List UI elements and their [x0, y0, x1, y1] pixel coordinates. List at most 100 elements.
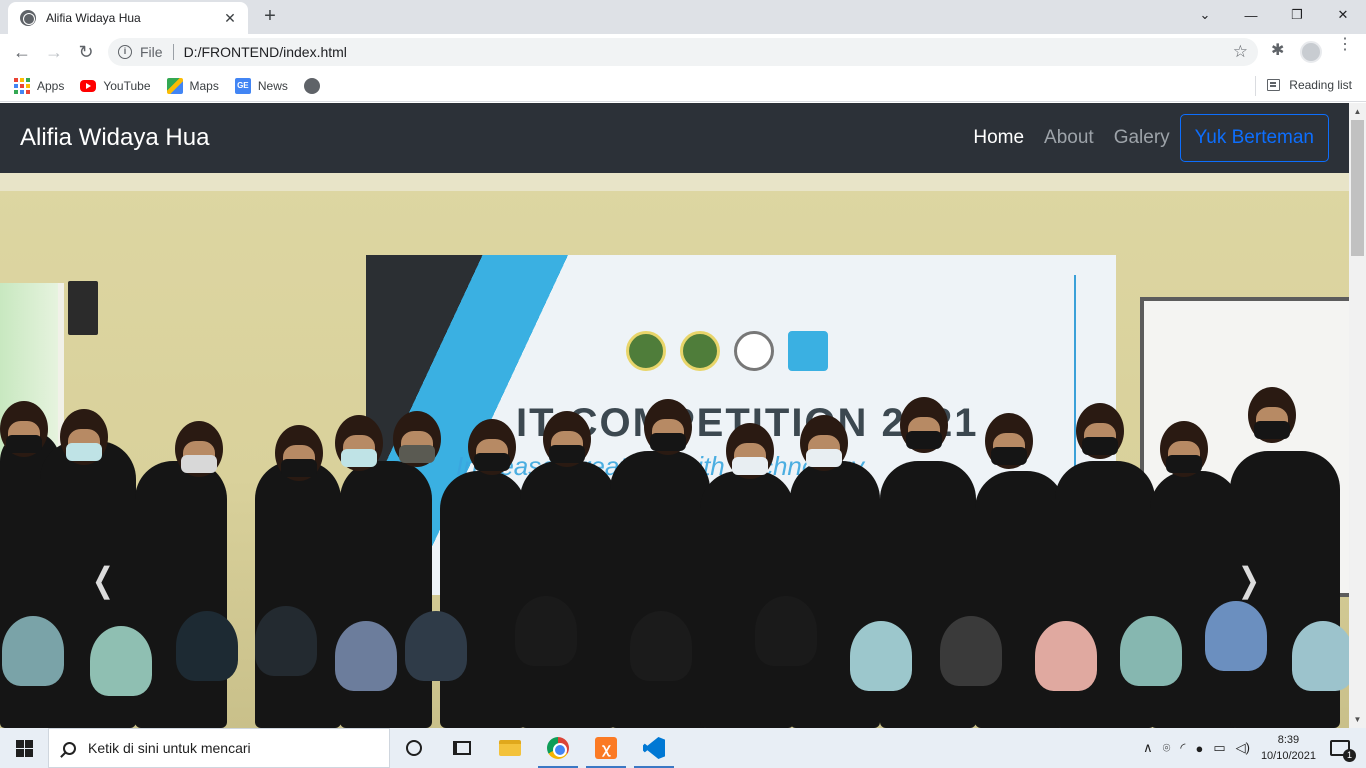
extensions-puzzle-icon[interactable]: ✱	[1271, 40, 1284, 60]
person-head	[985, 413, 1033, 469]
windows-logo-icon	[15, 739, 33, 757]
person-head	[543, 411, 591, 467]
youtube-icon	[80, 79, 97, 92]
nav-link-galery[interactable]: Galery	[1114, 127, 1170, 149]
close-window-button[interactable]: ✕	[1320, 0, 1366, 30]
profile-avatar[interactable]	[1300, 41, 1322, 63]
wifi-icon[interactable]: ◜	[1180, 740, 1185, 756]
url-text[interactable]: D:/FRONTEND/index.html	[184, 44, 347, 60]
notification-count: 1	[1343, 749, 1356, 762]
nav-link-about[interactable]: About	[1044, 127, 1094, 149]
yuk-berteman-button[interactable]: Yuk Berteman	[1179, 114, 1329, 162]
front-person	[1292, 621, 1349, 691]
globe-icon	[303, 77, 320, 94]
bookmark-maps[interactable]: Maps	[166, 77, 219, 94]
person-head	[800, 415, 848, 471]
taskbar-clock[interactable]: 8:39 10/10/2021	[1261, 732, 1316, 764]
photo-speaker	[68, 281, 98, 335]
logo-seal	[734, 331, 774, 371]
front-person	[755, 596, 817, 666]
front-person	[1035, 621, 1097, 691]
battery-icon[interactable]: ▭	[1213, 740, 1225, 756]
cortana-button[interactable]	[390, 728, 438, 768]
nav-link-home[interactable]: Home	[973, 127, 1024, 149]
browser-tab[interactable]: Alifia Widaya Hua ✕	[8, 2, 248, 34]
clock-date: 10/10/2021	[1260, 750, 1316, 762]
search-placeholder: Ketik di sini untuk mencari	[88, 740, 251, 756]
address-bar[interactable]: i File D:/FRONTEND/index.html ☆	[108, 38, 1258, 66]
person-head	[726, 423, 774, 479]
minimize-button[interactable]: —	[1228, 0, 1274, 30]
person-head	[175, 421, 223, 477]
news-icon: GE	[234, 77, 251, 94]
bookmarks-divider	[1255, 76, 1256, 96]
microphone-icon[interactable]: ●	[1195, 741, 1203, 756]
start-button[interactable]	[0, 728, 48, 768]
clock-time: 8:39	[1277, 734, 1300, 746]
person-head	[275, 425, 323, 481]
address-separator	[172, 44, 174, 60]
person	[610, 451, 710, 728]
reading-list-label: Reading list	[1289, 78, 1352, 92]
xampp-taskbar-button[interactable]: ꭓ	[582, 728, 630, 768]
cortana-icon	[406, 740, 422, 756]
bookmark-youtube[interactable]: YouTube	[80, 78, 151, 93]
reading-list-button[interactable]: Reading list	[1267, 78, 1352, 92]
back-button[interactable]: ←	[8, 38, 36, 66]
scroll-up-arrow-icon[interactable]: ▲	[1349, 103, 1366, 120]
bookmark-star-icon[interactable]: ☆	[1233, 42, 1248, 62]
system-tray: ∧ ⌾ ◜ ● ▭ ◁) 8:39 10/10/2021 1	[1138, 728, 1366, 768]
front-person	[940, 616, 1002, 686]
front-person	[1205, 601, 1267, 671]
carousel-next-button[interactable]: ❯	[1238, 560, 1260, 600]
taskbar-search-box[interactable]: Ketik di sini untuk mencari	[48, 728, 390, 768]
reading-list-icon	[1267, 79, 1281, 91]
front-person	[1120, 616, 1182, 686]
file-explorer-icon	[499, 740, 521, 756]
carousel-prev-button[interactable]: ❮	[92, 560, 114, 600]
chrome-taskbar-button[interactable]	[534, 728, 582, 768]
bookmark-globe[interactable]	[303, 77, 327, 94]
reload-button[interactable]: ↻	[72, 38, 100, 66]
front-person	[630, 611, 692, 681]
browser-menu-icon[interactable]: ⋮	[1337, 37, 1353, 53]
tray-chevron-icon[interactable]: ∧	[1143, 740, 1153, 756]
scrollbar-thumb[interactable]	[1351, 120, 1364, 256]
site-brand[interactable]: Alifia Widaya Hua	[20, 124, 953, 152]
page-scrollbar[interactable]: ▲ ▼	[1349, 103, 1366, 728]
person-head	[393, 411, 441, 467]
file-explorer-button[interactable]	[486, 728, 534, 768]
site-info-icon[interactable]: i	[118, 45, 132, 59]
new-tab-button[interactable]: +	[258, 6, 282, 28]
person	[520, 461, 616, 728]
vscode-icon	[643, 737, 665, 759]
person	[440, 471, 526, 728]
person-head	[0, 401, 48, 457]
person-head	[1248, 387, 1296, 443]
tab-close-icon[interactable]: ✕	[222, 10, 238, 27]
bookmark-news[interactable]: GE News	[234, 77, 288, 94]
action-center-icon[interactable]: 1	[1330, 740, 1356, 762]
scroll-down-arrow-icon[interactable]: ▼	[1349, 711, 1366, 728]
task-view-button[interactable]	[438, 728, 486, 768]
volume-icon[interactable]: ◁)	[1236, 740, 1250, 756]
xampp-icon: ꭓ	[595, 737, 617, 759]
bookmarks-bar: Apps YouTube Maps GE News Reading list	[0, 70, 1366, 102]
tab-title: Alifia Widaya Hua	[46, 11, 141, 25]
person-head	[468, 419, 516, 475]
group-photo-crowd	[0, 387, 1349, 728]
windows-taskbar: Ketik di sini untuk mencari ꭓ ∧ ⌾ ◜ ● ▭ …	[0, 728, 1366, 768]
front-person	[255, 606, 317, 676]
person	[1150, 471, 1240, 728]
restore-button[interactable]: ❐	[1274, 0, 1320, 30]
ceiling	[0, 173, 1349, 191]
task-view-icon	[453, 741, 471, 755]
browser-tab-strip: Alifia Widaya Hua ✕ + ⌄ — ❐ ✕	[0, 0, 1366, 34]
forward-button[interactable]: →	[40, 38, 68, 66]
bookmark-apps[interactable]: Apps	[14, 77, 64, 94]
vscode-taskbar-button[interactable]	[630, 728, 678, 768]
logo-mark	[788, 331, 828, 371]
tab-search-dropdown-icon[interactable]: ⌄	[1182, 0, 1228, 30]
bookmark-label: YouTube	[103, 78, 151, 93]
tray-meet-icon[interactable]: ⌾	[1163, 740, 1171, 756]
